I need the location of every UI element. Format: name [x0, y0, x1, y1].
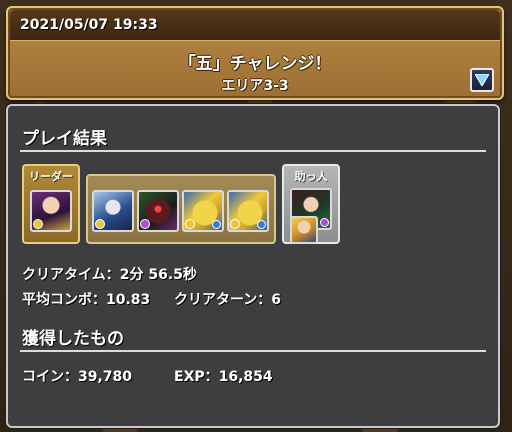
- clear-time: クリアタイム：2分 56.5秒: [22, 267, 197, 283]
- gold-dragon-monster-icon[interactable]: [227, 190, 269, 232]
- exp-reward: EXP：16,854: [174, 369, 273, 385]
- divider: [20, 350, 486, 352]
- helper-slot[interactable]: 助っ人: [282, 164, 340, 244]
- blond-swordsman-monster-icon[interactable]: [290, 216, 318, 244]
- result-panel: プレイ結果 リーダー 助っ人 クリアタイム：2分 56.5秒 平均コンボ：10.…: [6, 104, 500, 428]
- quest-area: エリア3-3: [221, 78, 289, 94]
- sub-members: [86, 174, 276, 244]
- water-orb-icon: [212, 220, 221, 229]
- gold-dragon-monster-icon[interactable]: [182, 190, 224, 232]
- triangle-down-icon: [475, 74, 489, 86]
- divider: [20, 150, 486, 152]
- light-orb-icon: [33, 219, 43, 229]
- quest-title: 「五」チャレンジ！: [178, 54, 332, 74]
- leader-slot[interactable]: リーダー: [22, 164, 80, 244]
- light-orb-icon: [230, 219, 240, 229]
- play-result-heading: プレイ結果: [22, 129, 107, 149]
- average-combo: 平均コンボ：10.83: [22, 292, 151, 308]
- witch-monster-icon[interactable]: [30, 190, 72, 232]
- dark-orb-icon: [140, 219, 150, 229]
- clear-turns: クリアターン：6: [174, 292, 282, 308]
- water-orb-icon: [257, 220, 266, 229]
- light-orb-icon: [95, 219, 105, 229]
- light-orb-icon: [185, 219, 195, 229]
- dark-orb-icon: [320, 218, 329, 227]
- expand-button[interactable]: [470, 68, 494, 92]
- helper-label: 助っ人: [294, 170, 328, 183]
- dark-demon-monster-icon[interactable]: [137, 190, 179, 232]
- leader-label: リーダー: [29, 170, 73, 183]
- coin-reward: コイン：39,780: [22, 369, 133, 385]
- blue-haired-monster-icon[interactable]: [92, 190, 134, 232]
- quest-header: 2021/05/07 19:33 「五」チャレンジ！ エリア3-3: [6, 6, 504, 100]
- header-date-bar: 2021/05/07 19:33: [10, 10, 500, 41]
- play-datetime: 2021/05/07 19:33: [20, 17, 158, 33]
- rewards-heading: 獲得したもの: [22, 329, 124, 349]
